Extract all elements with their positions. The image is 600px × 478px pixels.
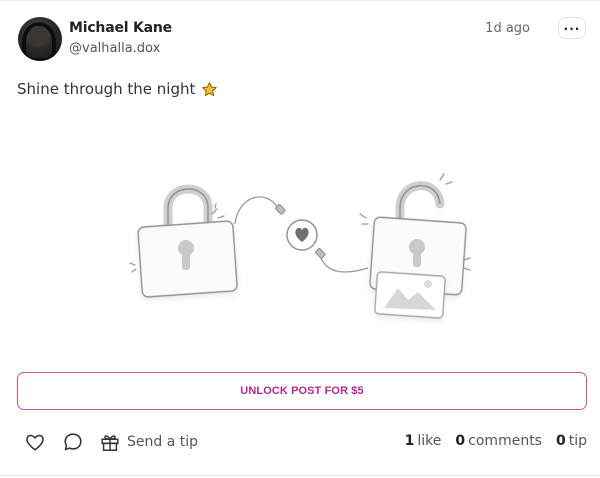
author-info: Michael Kane @valhalla.dox	[69, 19, 172, 58]
comment-icon	[64, 433, 82, 451]
locked-padlock-icon	[129, 184, 238, 298]
send-tip-label: Send a tip	[127, 434, 199, 450]
unlock-post-button[interactable]: UNLOCK POST FOR $5	[17, 372, 587, 410]
more-icon: ...	[563, 19, 581, 33]
author-handle[interactable]: @valhalla.dox	[69, 40, 172, 58]
tips-count: 0	[555, 433, 566, 449]
gift-icon	[101, 435, 119, 451]
heart-icon	[286, 219, 318, 251]
star-icon	[202, 81, 218, 96]
likes-label: like	[417, 433, 442, 449]
top-divider	[0, 0, 600, 1]
image-icon	[374, 271, 446, 319]
comment-button[interactable]	[62, 430, 84, 454]
post-card: Michael Kane @valhalla.dox 1d ago ... Sh…	[0, 0, 600, 478]
post-footer: Send a tip 1 like 0 comments 0 tip	[24, 430, 587, 456]
likes-count: 1	[404, 433, 415, 449]
bottom-divider	[0, 475, 600, 476]
comments-stat[interactable]: 0 comments	[455, 433, 542, 449]
tips-stat[interactable]: 0 tip	[556, 433, 587, 449]
post-timestamp: 1d ago	[485, 21, 530, 36]
post-caption: Shine through the night	[17, 80, 196, 98]
post-text: Shine through the night	[17, 80, 218, 98]
comments-label: comments	[468, 433, 542, 449]
like-button[interactable]	[24, 430, 46, 454]
heart-outline-icon	[26, 434, 44, 451]
more-options-button[interactable]: ...	[558, 17, 586, 39]
tips-label: tip	[568, 433, 587, 449]
send-tip-button[interactable]: Send a tip	[99, 430, 198, 454]
locked-content-illustration	[129, 173, 471, 319]
comments-count: 0	[455, 433, 466, 449]
post-stats: 1 like 0 comments 0 tip	[405, 433, 587, 449]
post-header: Michael Kane @valhalla.dox 1d ago ...	[18, 17, 586, 63]
likes-stat[interactable]: 1 like	[405, 433, 442, 449]
avatar[interactable]	[18, 17, 62, 61]
author-display-name[interactable]: Michael Kane	[69, 19, 172, 37]
